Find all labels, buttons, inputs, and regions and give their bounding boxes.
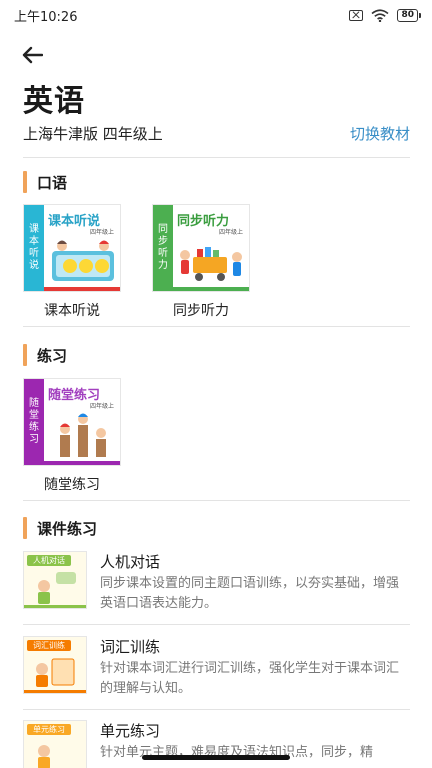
course-thumbnail: 词汇训练 <box>23 636 87 694</box>
course-description: 针对课本词汇进行词汇训练，强化学生对于课本词汇的理解与认知。 <box>100 661 400 696</box>
back-button[interactable] <box>18 42 46 68</box>
spine-char: 听 <box>29 248 39 259</box>
vocabulary-illustration-icon <box>36 658 75 687</box>
kids-illustration-icon <box>52 240 114 281</box>
course-description: 同步课本设置的同主题口语训练，以夯实基础，增强英语口语表达能力。 <box>100 576 400 611</box>
spine-char: 同 <box>158 224 168 235</box>
section-accent-bar <box>23 344 27 366</box>
book-cover: 同 步 听 力 同步听力 四年级上 <box>152 204 250 292</box>
book-label: 课本听说 <box>44 303 100 319</box>
book-sync-listening[interactable]: 同 步 听 力 同步听力 四年级上 同步听力 <box>152 204 250 320</box>
divider <box>23 326 410 327</box>
spine-char: 堂 <box>29 410 39 421</box>
thumb-title: 人机对话 <box>27 555 71 566</box>
book-spine: 课 本 听 说 <box>24 205 44 291</box>
thumb-foot-stripe <box>24 605 86 608</box>
section-title: 课件练习 <box>37 519 98 538</box>
course-item-unit-practice[interactable]: 单元练习 单元练习 针对单元主题，难易度及语法知识点，同步，精 <box>23 720 410 768</box>
wifi-icon <box>371 8 389 22</box>
section-title: 口语 <box>37 173 68 192</box>
spine-char: 本 <box>29 236 39 247</box>
cover-grade: 四年级上 <box>89 403 114 410</box>
thumb-foot-stripe <box>24 690 86 693</box>
book-label: 随堂练习 <box>44 477 100 493</box>
cover-grade: 四年级上 <box>218 229 243 236</box>
dialogue-illustration-icon <box>38 572 76 604</box>
spine-char: 步 <box>158 236 168 247</box>
spine-char: 力 <box>158 260 168 271</box>
no-sim-icon <box>349 9 364 21</box>
status-bar: 上午10:26 80 <box>0 0 432 30</box>
spine-char: 练 <box>29 422 39 433</box>
section-accent-bar <box>23 517 27 539</box>
thumb-title: 单元练习 <box>27 724 71 735</box>
section-title: 练习 <box>37 346 68 365</box>
cover-foot-stripe <box>44 287 120 291</box>
course-item-vocabulary-training[interactable]: 词汇训练 词汇训练 针对课本词汇进行词汇训练，强化学生对于课本词汇的理解与认知。 <box>23 636 410 710</box>
section-header-speaking: 口语 <box>23 170 67 194</box>
divider <box>23 157 410 158</box>
stacked-kids-illustration-icon <box>60 413 106 457</box>
cover-foot-stripe <box>44 461 120 465</box>
section-accent-bar <box>23 171 27 193</box>
course-name: 单元练习 <box>100 722 161 740</box>
page-title: 英语 <box>23 84 85 119</box>
divider <box>23 709 410 710</box>
divider <box>23 624 410 625</box>
course-name: 人机对话 <box>100 553 161 571</box>
status-time: 上午10:26 <box>14 9 78 25</box>
book-spine: 随 堂 练 习 <box>24 379 44 465</box>
spine-char: 习 <box>29 434 39 445</box>
textbook-edition: 上海牛津版 四年级上 <box>23 125 163 143</box>
battery-indicator: 80 <box>397 8 421 22</box>
spine-char: 随 <box>29 398 39 409</box>
spine-char: 听 <box>158 248 168 259</box>
book-textbook-listening-speaking[interactable]: 课 本 听 说 课本听说 四年级上 课本听说 <box>23 204 121 320</box>
book-label: 同步听力 <box>173 303 229 319</box>
cover-foot-stripe <box>173 287 249 291</box>
thumb-title: 词汇训练 <box>27 640 71 651</box>
home-indicator[interactable] <box>142 755 290 760</box>
spine-char: 课 <box>29 224 39 235</box>
status-icons: 80 <box>349 8 421 22</box>
book-cover: 随 堂 练 习 随堂练习 四年级上 <box>23 378 121 466</box>
course-name: 词汇训练 <box>100 638 161 656</box>
divider <box>23 500 410 501</box>
book-in-class-practice[interactable]: 随 堂 练 习 随堂练习 四年级上 随堂练习 <box>23 378 121 494</box>
spine-char: 说 <box>29 260 39 271</box>
book-cover: 课 本 听 说 课本听说 四年级上 <box>23 204 121 292</box>
book-spine: 同 步 听 力 <box>153 205 173 291</box>
course-item-human-machine-dialogue[interactable]: 人机对话 人机对话 同步课本设置的同主题口语训练，以夯实基础，增强英语口语表达能… <box>23 551 410 625</box>
unit-illustration-icon <box>38 745 50 768</box>
section-header-practice: 练习 <box>23 343 67 367</box>
cover-grade: 四年级上 <box>89 229 114 236</box>
cart-illustration-icon <box>180 247 242 281</box>
course-description: 针对单元主题，难易度及语法知识点，同步，精 <box>100 745 374 760</box>
back-arrow-icon <box>22 46 43 64</box>
section-header-courseware: 课件练习 <box>23 516 97 540</box>
course-thumbnail: 单元练习 <box>23 720 87 768</box>
switch-textbook-link[interactable]: 切换教材 <box>350 123 410 144</box>
course-thumbnail: 人机对话 <box>23 551 87 609</box>
